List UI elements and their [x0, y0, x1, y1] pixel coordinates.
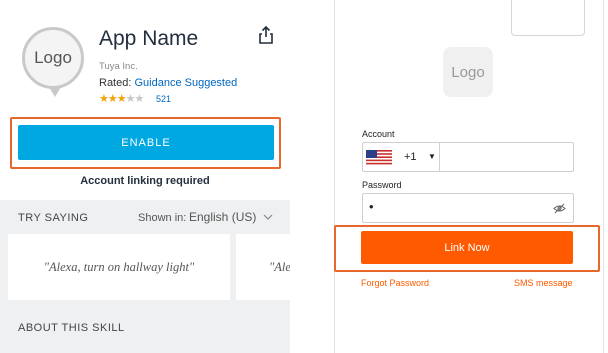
skill-logo-text: Logo [34, 48, 72, 67]
account-input[interactable] [362, 142, 574, 172]
login-panel: Logo Account +1 ▼ Password • [334, 0, 604, 353]
skill-detail-panel: Logo App Name Tuya Inc. Rated: Guidance … [0, 0, 290, 353]
link-now-button[interactable]: Link Now [361, 231, 573, 264]
account-label: Account [362, 129, 395, 139]
utterance-text: "Alexa, turn on hallway light" [43, 260, 195, 274]
us-flag-icon[interactable] [366, 150, 392, 165]
star-filled-icon: ★ [99, 93, 109, 105]
star-empty-icon: ★ [134, 93, 145, 105]
developer-name: Tuya Inc. [99, 61, 138, 72]
star-filled-icon: ★ [116, 93, 127, 105]
review-count[interactable]: 521 [156, 94, 171, 104]
language-selector[interactable]: English (US) [189, 210, 256, 224]
forgot-password-link[interactable]: Forgot Password [361, 278, 429, 288]
utterance-text-next: "Ale [269, 260, 290, 274]
eye-slash-icon[interactable] [553, 203, 566, 214]
password-label: Password [362, 180, 402, 190]
share-icon[interactable] [259, 26, 273, 44]
login-logo: Logo [443, 47, 493, 97]
top-tab [511, 0, 585, 36]
caret-down-icon[interactable]: ▼ [428, 152, 436, 161]
star-rating: ★★★★★ [99, 92, 145, 105]
skill-logo: Logo [22, 27, 84, 97]
sms-message-link[interactable]: SMS message [514, 278, 573, 288]
account-linking-note: Account linking required [80, 175, 210, 187]
star-filled-icon: ★ [107, 93, 118, 105]
password-input[interactable] [362, 193, 574, 223]
chevron-down-icon[interactable] [263, 213, 273, 221]
field-divider [439, 143, 440, 171]
star-empty-icon: ★ [125, 93, 136, 105]
country-code[interactable]: +1 [404, 151, 417, 163]
rating-row: Rated: Guidance Suggested [99, 77, 237, 89]
app-name: App Name [99, 27, 199, 50]
rating-guidance-link[interactable]: Guidance Suggested [134, 77, 237, 89]
about-skill-title: ABOUT THIS SKILL [18, 322, 125, 334]
shown-in-label: Shown in: [138, 212, 187, 224]
password-value: • [369, 199, 374, 214]
rated-prefix: Rated: [99, 77, 132, 89]
try-saying-title: TRY SAYING [18, 212, 89, 224]
enable-button[interactable]: ENABLE [18, 125, 274, 160]
